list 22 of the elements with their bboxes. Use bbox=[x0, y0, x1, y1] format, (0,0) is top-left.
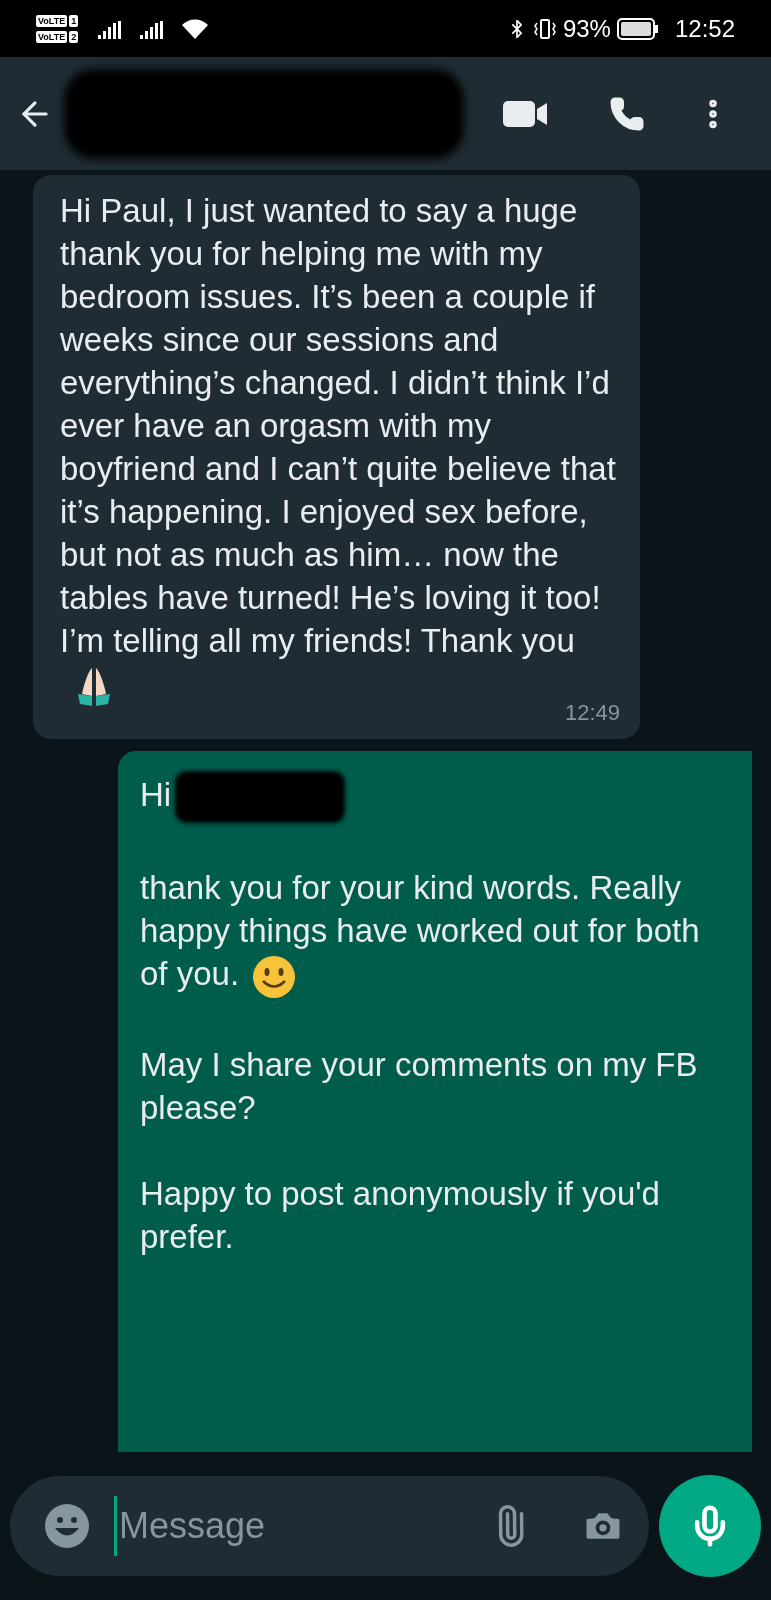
battery-icon bbox=[616, 17, 659, 40]
message-text: Happy to post anonymously if you'd prefer. bbox=[140, 1173, 661, 1257]
phone-icon[interactable] bbox=[609, 95, 645, 132]
wifi-icon bbox=[182, 18, 209, 39]
sim-number-badge: 1 bbox=[69, 14, 79, 27]
message-input-field[interactable]: Message bbox=[10, 1476, 650, 1576]
volte-badge: VoLTE bbox=[36, 14, 68, 27]
message-text: May I share your comments on my FB please? bbox=[140, 1044, 699, 1128]
sim-number-badge: 2 bbox=[69, 30, 79, 43]
message-input[interactable]: Message bbox=[119, 1499, 399, 1553]
battery-percent: 93% bbox=[562, 13, 611, 44]
message-text: thank you for your kind words. Really happy things have worked out for both of you. bbox=[140, 866, 715, 1000]
signal-icon bbox=[140, 20, 165, 39]
emoji-icon[interactable] bbox=[44, 1503, 90, 1549]
clock: 12:52 bbox=[674, 13, 735, 44]
signal-icon bbox=[98, 20, 123, 39]
vibrate-icon bbox=[532, 17, 557, 40]
message-text: Hi bbox=[140, 771, 715, 824]
smiley-icon bbox=[251, 953, 298, 1000]
text-cursor bbox=[114, 1496, 117, 1556]
volte-badge: VoLTE bbox=[36, 30, 68, 43]
video-call-icon[interactable] bbox=[503, 98, 549, 129]
